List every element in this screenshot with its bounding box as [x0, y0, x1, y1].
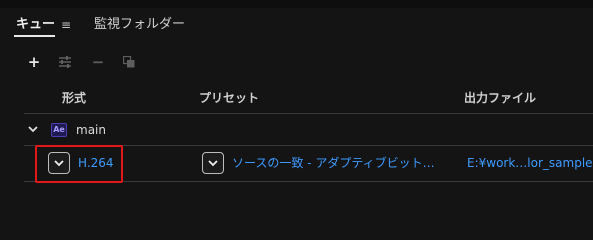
settings-sliders-icon [59, 56, 71, 68]
remove-button[interactable]: − [88, 50, 108, 74]
chevron-down-icon [208, 160, 218, 167]
window-top-strip [0, 0, 593, 8]
column-format[interactable]: 形式 [62, 84, 86, 112]
queue-column-header: 形式 プリセット 出力ファイル [0, 84, 593, 112]
panel-menu-icon[interactable]: ≡ [61, 10, 71, 40]
output-file-link[interactable]: E:¥work…lor_sample [467, 147, 593, 179]
tab-queue[interactable]: キュー [13, 10, 56, 40]
add-source-button[interactable]: + [24, 50, 44, 74]
duplicate-icon[interactable] [119, 50, 139, 74]
highlight-box [35, 145, 123, 183]
after-effects-icon: Ae [51, 123, 67, 137]
queue-group-row[interactable]: Ae main [0, 116, 593, 144]
chevron-down-icon[interactable] [26, 122, 40, 136]
queue-toolbar: + − [0, 50, 593, 74]
header-divider [24, 113, 593, 114]
preset-link[interactable]: ソースの一致 - アダプティブビット… [232, 147, 435, 179]
output-settings-icon[interactable] [55, 50, 75, 74]
column-output-file[interactable]: 出力ファイル [464, 84, 536, 112]
preset-dropdown-button[interactable] [202, 152, 224, 174]
group-name: main [76, 123, 106, 137]
panel-tabs: キュー ≡ 監視フォルダー [0, 10, 593, 40]
column-preset[interactable]: プリセット [199, 84, 259, 112]
duplicate-squares-icon [123, 56, 135, 68]
tab-watch-folders[interactable]: 監視フォルダー [94, 10, 185, 40]
